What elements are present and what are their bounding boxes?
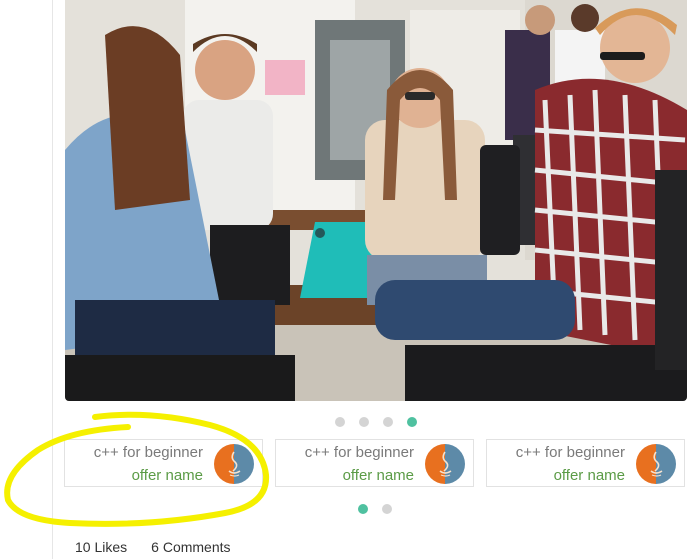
- java-logo-icon: [214, 444, 254, 484]
- offer-subtitle: offer name: [553, 467, 625, 484]
- comments-count[interactable]: 6 Comments: [151, 539, 230, 555]
- offer-cards: c++ for beginner offer name c++ for begi…: [64, 439, 688, 489]
- offer-card-2[interactable]: c++ for beginner offer name: [275, 439, 474, 487]
- offer-card-3[interactable]: c++ for beginner offer name: [486, 439, 685, 487]
- hero-image[interactable]: [65, 0, 687, 401]
- left-divider: [52, 0, 53, 559]
- offer-card-1[interactable]: c++ for beginner offer name: [64, 439, 263, 487]
- hero-carousel-dots: [335, 417, 417, 427]
- offer-subtitle: offer name: [342, 467, 414, 484]
- carousel-dot-4[interactable]: [407, 417, 417, 427]
- offer-subtitle: offer name: [131, 467, 203, 484]
- offer-title: c++ for beginner: [515, 444, 625, 461]
- carousel-dot-3[interactable]: [383, 417, 393, 427]
- carousel-dot-2[interactable]: [359, 417, 369, 427]
- post-page: c++ for beginner offer name c++ for begi…: [0, 0, 693, 559]
- offers-dot-2[interactable]: [382, 504, 392, 514]
- java-logo-icon: [636, 444, 676, 484]
- offer-title: c++ for beginner: [93, 444, 203, 461]
- group-photo-icon: [65, 0, 687, 401]
- carousel-dot-1[interactable]: [335, 417, 345, 427]
- post-stats: 10 Likes 6 Comments: [75, 539, 231, 555]
- offers-carousel-dots: [358, 504, 392, 514]
- likes-count[interactable]: 10 Likes: [75, 539, 127, 555]
- java-logo-icon: [425, 444, 465, 484]
- offers-dot-1[interactable]: [358, 504, 368, 514]
- offer-title: c++ for beginner: [304, 444, 414, 461]
